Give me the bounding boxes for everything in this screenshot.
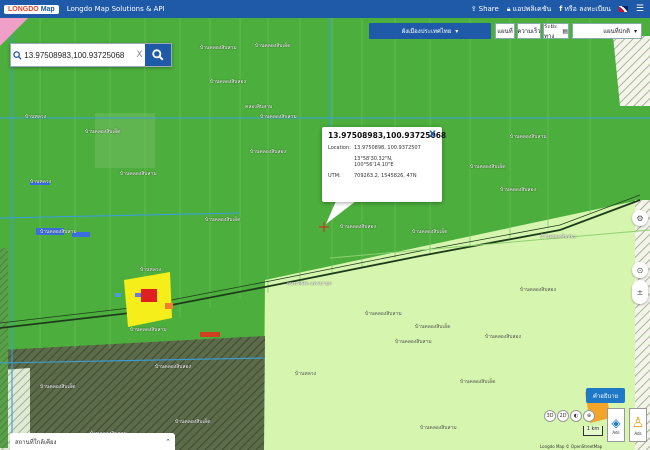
close-icon[interactable]: X xyxy=(429,130,436,140)
map-label: บ้านคลองสิบสาม xyxy=(510,134,547,140)
map-label: บ้านคลองสิบสาม xyxy=(130,327,167,333)
clear-search-button[interactable]: X xyxy=(134,44,145,66)
location-value: 13.9750898, 100.9372507 xyxy=(354,145,421,151)
pin-icon: ◈ xyxy=(611,415,621,430)
map-label: บ้านคลองสิบเอ็ด xyxy=(460,379,496,385)
map-button[interactable]: แผนที่ xyxy=(495,23,515,39)
top-bar: LONGDO Map Longdo Map Solutions & API ⇪ … xyxy=(0,0,650,18)
traffic-button[interactable]: ความเร็ว xyxy=(517,23,541,39)
tool-contrast-button[interactable]: ◐ xyxy=(570,410,582,422)
login-button[interactable]: f หรือ ลงทะเบียน xyxy=(559,4,611,15)
gear-icon[interactable]: ⚙ xyxy=(632,210,648,226)
map-label: บ้านคลองสิบเอ็ด xyxy=(470,164,506,170)
legend-button[interactable]: คำอธิบาย xyxy=(586,388,625,403)
mini-toolbar: 3D 2D ◐ ⊕ xyxy=(544,410,595,422)
tool-3d-button[interactable]: 3D xyxy=(544,410,556,422)
pegman-button[interactable]: ♙ Ads xyxy=(629,408,647,442)
map-label: บ้านคลองสิบสอง xyxy=(520,287,556,293)
map-label: บ้านคลองสิบเอ็ด xyxy=(85,129,121,135)
dms-lon: 100°56'14.10"E xyxy=(354,162,394,168)
map-style-label: แผนที่ปกติ xyxy=(603,28,630,35)
logo-text: LONGDO xyxy=(8,5,39,13)
uk-flag-icon[interactable] xyxy=(618,6,628,12)
apps-label: แอปพลิเคชัน xyxy=(512,4,552,13)
map-label: บ้านคลองสิบเอ็ด xyxy=(40,384,76,390)
utm-label: UTM: xyxy=(328,173,341,179)
search-icon xyxy=(11,44,23,66)
pegman-label: Ads xyxy=(634,430,642,436)
share-button[interactable]: ⇪ Share xyxy=(471,5,499,13)
tool-target-button[interactable]: ⊕ xyxy=(583,410,595,422)
search-icon xyxy=(152,49,164,61)
tool-2d-button[interactable]: 2D xyxy=(557,410,569,422)
map-style-dropdown[interactable]: แผนที่ปกติ ▾ xyxy=(572,23,642,39)
utm-value: 709263.2, 1545826, 47N xyxy=(354,173,417,179)
longdo-logo[interactable]: LONGDO Map xyxy=(4,4,59,14)
scale-bar: 1 km xyxy=(583,426,603,436)
map-label: บ้านคลองสิบสอง xyxy=(155,364,191,370)
chevron-down-icon: ▾ xyxy=(455,27,459,35)
map-label: บ้านหลวง xyxy=(30,179,52,185)
map-label: บ้านคลองสิบเอ็ด xyxy=(415,324,451,330)
map-label: บ้านคลองสิบสาม xyxy=(420,425,457,431)
layer-dropdown[interactable]: ผังเมืองประเทศไทย ▾ xyxy=(369,23,491,39)
map-canvas[interactable]: บ้านคลองสิบสาม บ้านคลองสิบเอ็ด บ้านคลองส… xyxy=(0,18,650,450)
search-box: X xyxy=(10,43,172,67)
nearby-panel-label: สถานที่ใกล้เคียง xyxy=(15,438,57,446)
map-label: บ้านหลวง xyxy=(295,371,317,377)
logo-accent: Map xyxy=(40,5,55,13)
facebook-icon: f xyxy=(559,5,563,13)
map-label: บ้านคลองสิบสาม xyxy=(365,311,402,317)
map-label: บ้านหลวง xyxy=(140,267,162,273)
road-label: ถนนรังสิต-นครนายก xyxy=(287,281,332,287)
map-label: บ้านคลองสิบสอง xyxy=(485,334,521,340)
ads-button[interactable]: ◈ Ads xyxy=(607,408,625,442)
site-title[interactable]: Longdo Map Solutions & API xyxy=(67,5,165,13)
menu-icon[interactable]: ☰ xyxy=(636,4,644,14)
search-button[interactable] xyxy=(144,44,171,66)
map-label: บ้านหลวง xyxy=(25,114,47,120)
map-label: บ้านคลองสิบสาม xyxy=(120,171,157,177)
lock-icon: 🔒︎ xyxy=(506,4,511,13)
map-label: บ้านคลองสิบเอ็ด xyxy=(255,43,291,49)
nearby-panel[interactable]: สถานที่ใกล้เคียง ⌃ xyxy=(10,433,175,450)
map-label: บ้านคลองสิบสาม xyxy=(260,114,297,120)
layer-dropdown-label: ผังเมืองประเทศไทย xyxy=(401,28,452,35)
share-label: Share xyxy=(478,5,499,13)
distance-button[interactable]: ระยะทาง ▤ xyxy=(543,23,569,40)
ruler-icon: ▤ xyxy=(562,27,568,35)
pegman-icon: ♙ xyxy=(631,414,645,431)
chevron-down-icon: ▾ xyxy=(633,27,637,35)
attribution: Longdo Map © OpenStreetMap xyxy=(540,444,603,449)
map-label: บ้านคลองสิบสาม xyxy=(40,229,77,235)
coordinate-popup: 13.97508983,100.93725068 X Location: 13.… xyxy=(322,127,447,202)
map-label: บ้านคลองสิบสาม xyxy=(200,45,237,51)
road-label: คลองสิบสาม xyxy=(245,104,273,110)
map-label: บ้านคลองสิบเอ็ด xyxy=(412,229,448,235)
map-label: บ้านคลองสิบสอง xyxy=(210,79,246,85)
map-label: บ้านคลองสิบเอ็ด xyxy=(205,217,241,223)
map-label: บ้านคลองสิบสอง xyxy=(250,149,286,155)
apps-button[interactable]: 🔒︎ แอปพลิเคชัน xyxy=(507,4,551,15)
map-label: บ้านคลองสิบสาม xyxy=(395,339,432,345)
zoom-control[interactable]: ± xyxy=(632,280,648,304)
location-icon[interactable]: ⊙ xyxy=(632,262,648,278)
map-label: บ้านคลองสิบสอง xyxy=(500,187,536,193)
distance-label: ระยะทาง xyxy=(544,23,558,40)
map-label: บ้านคลองสิบสอง xyxy=(340,224,376,230)
map-label: บ้านคลองสิบสอง xyxy=(540,234,576,240)
search-input[interactable] xyxy=(23,44,135,66)
chevron-up-icon: ⌃ xyxy=(165,437,171,446)
popup-title: 13.97508983,100.93725068 xyxy=(328,131,447,140)
location-label: Location: xyxy=(328,145,351,151)
map-label: บ้านคลองสิบเอ็ด xyxy=(175,419,211,425)
ads-label: Ads xyxy=(612,429,620,435)
login-label: หรือ ลงทะเบียน xyxy=(564,4,611,13)
share-icon: ⇪ xyxy=(470,5,477,13)
